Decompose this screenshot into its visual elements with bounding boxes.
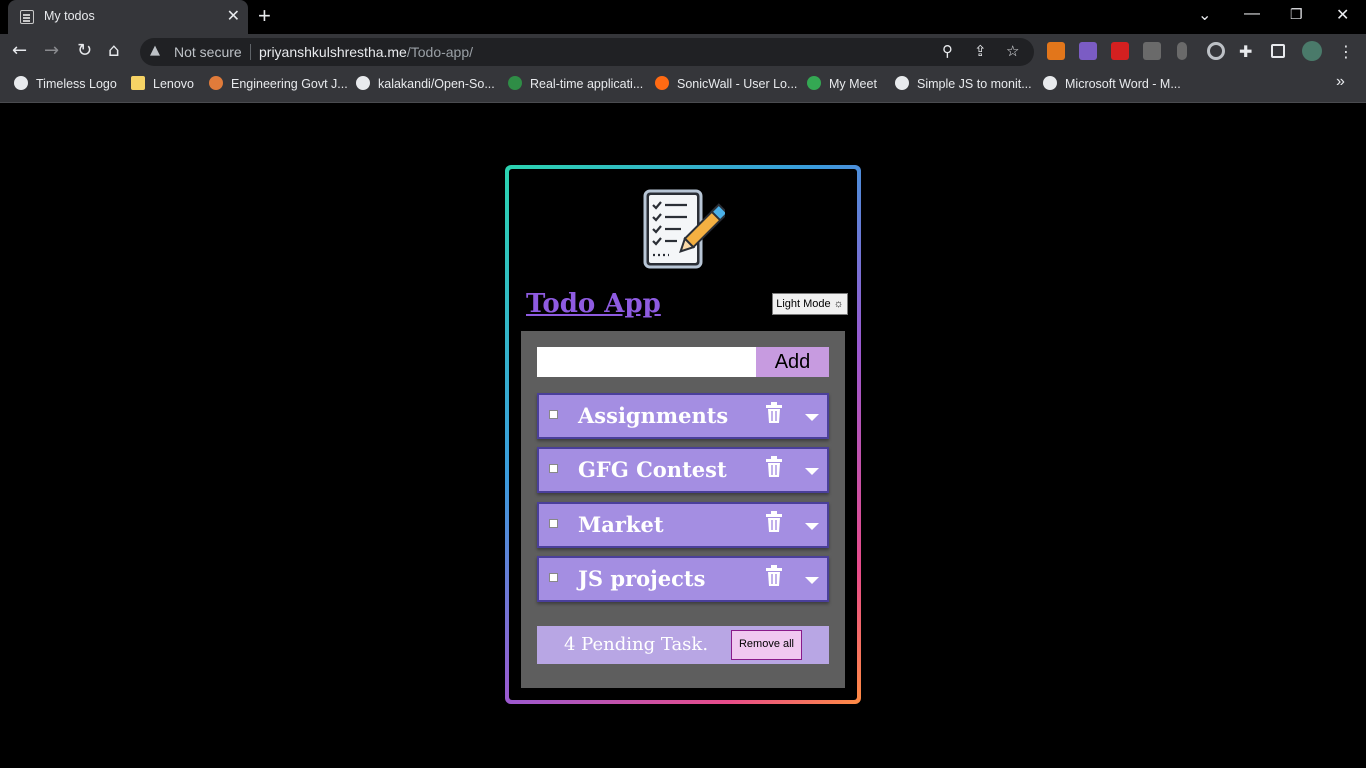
chevron-down-icon[interactable] — [805, 468, 819, 475]
divider — [250, 44, 251, 60]
metamask-icon[interactable] — [1047, 42, 1065, 60]
page-content: Todo App Light Mode ☼ Add Assignments GF… — [0, 103, 1366, 768]
bookmark-item[interactable]: Timeless Logo — [14, 76, 117, 91]
task-label: GFG Contest — [578, 457, 727, 482]
todo-input[interactable] — [537, 347, 756, 377]
bookmark-label: Real-time applicati... — [530, 77, 644, 91]
bookmarks-bar: Timeless Logo Lenovo Engineering Govt J...… — [0, 70, 1366, 103]
task-item: Assignments — [537, 393, 829, 439]
bookmark-label: Lenovo — [153, 77, 195, 91]
task-label: JS projects — [578, 566, 706, 591]
trash-icon[interactable] — [765, 402, 783, 426]
light-mode-button[interactable]: Light Mode ☼ — [772, 293, 848, 315]
bookmark-label: SonicWall - User Lo... — [677, 77, 798, 91]
checklist-logo-icon — [643, 189, 725, 269]
globe-icon — [14, 76, 28, 90]
add-button[interactable]: Add — [756, 347, 829, 377]
extension-icon[interactable] — [1079, 42, 1097, 60]
task-checkbox[interactable] — [549, 464, 558, 473]
bookmark-label: Simple JS to monit... — [917, 77, 1032, 91]
back-icon[interactable]: ← — [12, 40, 27, 61]
chevron-down-icon[interactable] — [805, 523, 819, 530]
trash-icon[interactable] — [765, 511, 783, 535]
trash-icon[interactable] — [765, 565, 783, 589]
menu-icon[interactable]: ⋮ — [1338, 42, 1354, 61]
github-icon — [356, 76, 370, 90]
avatar[interactable] — [1302, 41, 1322, 61]
bookmark-item[interactable]: Real-time applicati... — [508, 76, 643, 91]
bookmark-label: kalakandi/Open-So... — [378, 77, 495, 91]
todo-panel: Add Assignments GFG Contest Market JS pr… — [521, 331, 845, 688]
side-panel-icon[interactable] — [1271, 44, 1285, 58]
pending-count: 4 Pending Task. — [564, 634, 709, 655]
tab-close-icon[interactable]: ✕ — [227, 6, 240, 26]
bookmark-item[interactable]: Microsoft Word - M... — [1043, 76, 1181, 91]
security-label[interactable]: Not secure — [174, 44, 242, 60]
globe-icon — [1043, 76, 1057, 90]
todo-card: Todo App Light Mode ☼ Add Assignments GF… — [505, 165, 861, 704]
browser-toolbar: ← → ↻ ⌂ ▲ Not secure priyanshkulshrestha… — [0, 34, 1366, 70]
task-item: Market — [537, 502, 829, 548]
bookmark-item[interactable]: My Meet — [807, 76, 877, 91]
share-icon[interactable]: ⇪ — [974, 42, 987, 60]
extension-icon[interactable] — [1207, 42, 1225, 60]
warning-icon[interactable]: ▲ — [150, 43, 160, 58]
url-text[interactable]: priyanshkulshrestha.me/Todo-app/ — [259, 44, 473, 60]
meet-icon — [807, 76, 821, 90]
todo-card-inner: Todo App Light Mode ☼ Add Assignments GF… — [509, 169, 857, 700]
bookmark-item[interactable]: SonicWall - User Lo... — [655, 76, 797, 91]
task-item: GFG Contest — [537, 447, 829, 493]
bookmark-label: Timeless Logo — [36, 77, 117, 91]
window-close-icon[interactable]: ✕ — [1336, 5, 1349, 25]
task-label: Market — [578, 512, 664, 537]
trash-icon[interactable] — [765, 456, 783, 480]
bookmark-label: My Meet — [829, 77, 877, 91]
page-icon — [20, 10, 34, 24]
bookmark-item[interactable]: Simple JS to monit... — [895, 76, 1032, 91]
new-tab-button[interactable]: + — [258, 3, 271, 29]
tab-title: My todos — [44, 9, 95, 23]
sonicwall-icon — [655, 76, 669, 90]
chevron-down-icon[interactable] — [805, 577, 819, 584]
bookmark-item[interactable]: kalakandi/Open-So... — [356, 76, 495, 91]
bookmark-label: Microsoft Word - M... — [1065, 77, 1181, 91]
url-domain: priyanshkulshrestha.me — [259, 44, 407, 60]
task-checkbox[interactable] — [549, 573, 558, 582]
github-icon — [895, 76, 909, 90]
remove-all-button[interactable]: Remove all — [731, 630, 802, 660]
task-label: Assignments — [578, 403, 729, 428]
bookmark-star-icon[interactable]: ☆ — [1006, 42, 1019, 60]
tab-bar: My todos ✕ + ⌄ — ❐ ✕ — [0, 0, 1366, 34]
bookmark-item[interactable]: Engineering Govt J... — [209, 76, 348, 91]
rocket-icon — [209, 76, 223, 90]
task-checkbox[interactable] — [549, 519, 558, 528]
extension-icon[interactable] — [1177, 42, 1187, 60]
folder-icon — [131, 76, 145, 90]
restore-icon[interactable]: ❐ — [1290, 6, 1303, 23]
gfg-icon — [508, 76, 522, 90]
pdf-icon[interactable] — [1111, 42, 1129, 60]
chevron-down-icon[interactable] — [805, 414, 819, 421]
forward-icon[interactable]: → — [44, 40, 59, 61]
url-path: /Todo-app/ — [406, 44, 474, 60]
bookmarks-overflow-icon[interactable]: » — [1336, 73, 1345, 91]
browser-tab[interactable]: My todos ✕ — [8, 0, 248, 34]
app-title[interactable]: Todo App — [526, 289, 661, 319]
task-item: JS projects — [537, 556, 829, 602]
address-bar[interactable]: ▲ Not secure priyanshkulshrestha.me/Todo… — [140, 38, 1034, 66]
tab-search-icon[interactable]: ⌄ — [1198, 5, 1211, 25]
bookmark-label: Engineering Govt J... — [231, 77, 348, 91]
home-icon[interactable]: ⌂ — [108, 40, 119, 61]
zoom-icon[interactable]: ⚲ — [942, 42, 953, 60]
bookmark-item[interactable]: Lenovo — [131, 76, 194, 91]
minimize-icon[interactable]: — — [1244, 5, 1260, 23]
reload-icon[interactable]: ↻ — [77, 40, 92, 61]
puzzle-icon[interactable]: ✚ — [1239, 42, 1252, 61]
task-checkbox[interactable] — [549, 410, 558, 419]
pending-footer: 4 Pending Task. Remove all — [537, 626, 829, 664]
extension-icon[interactable] — [1143, 42, 1161, 60]
